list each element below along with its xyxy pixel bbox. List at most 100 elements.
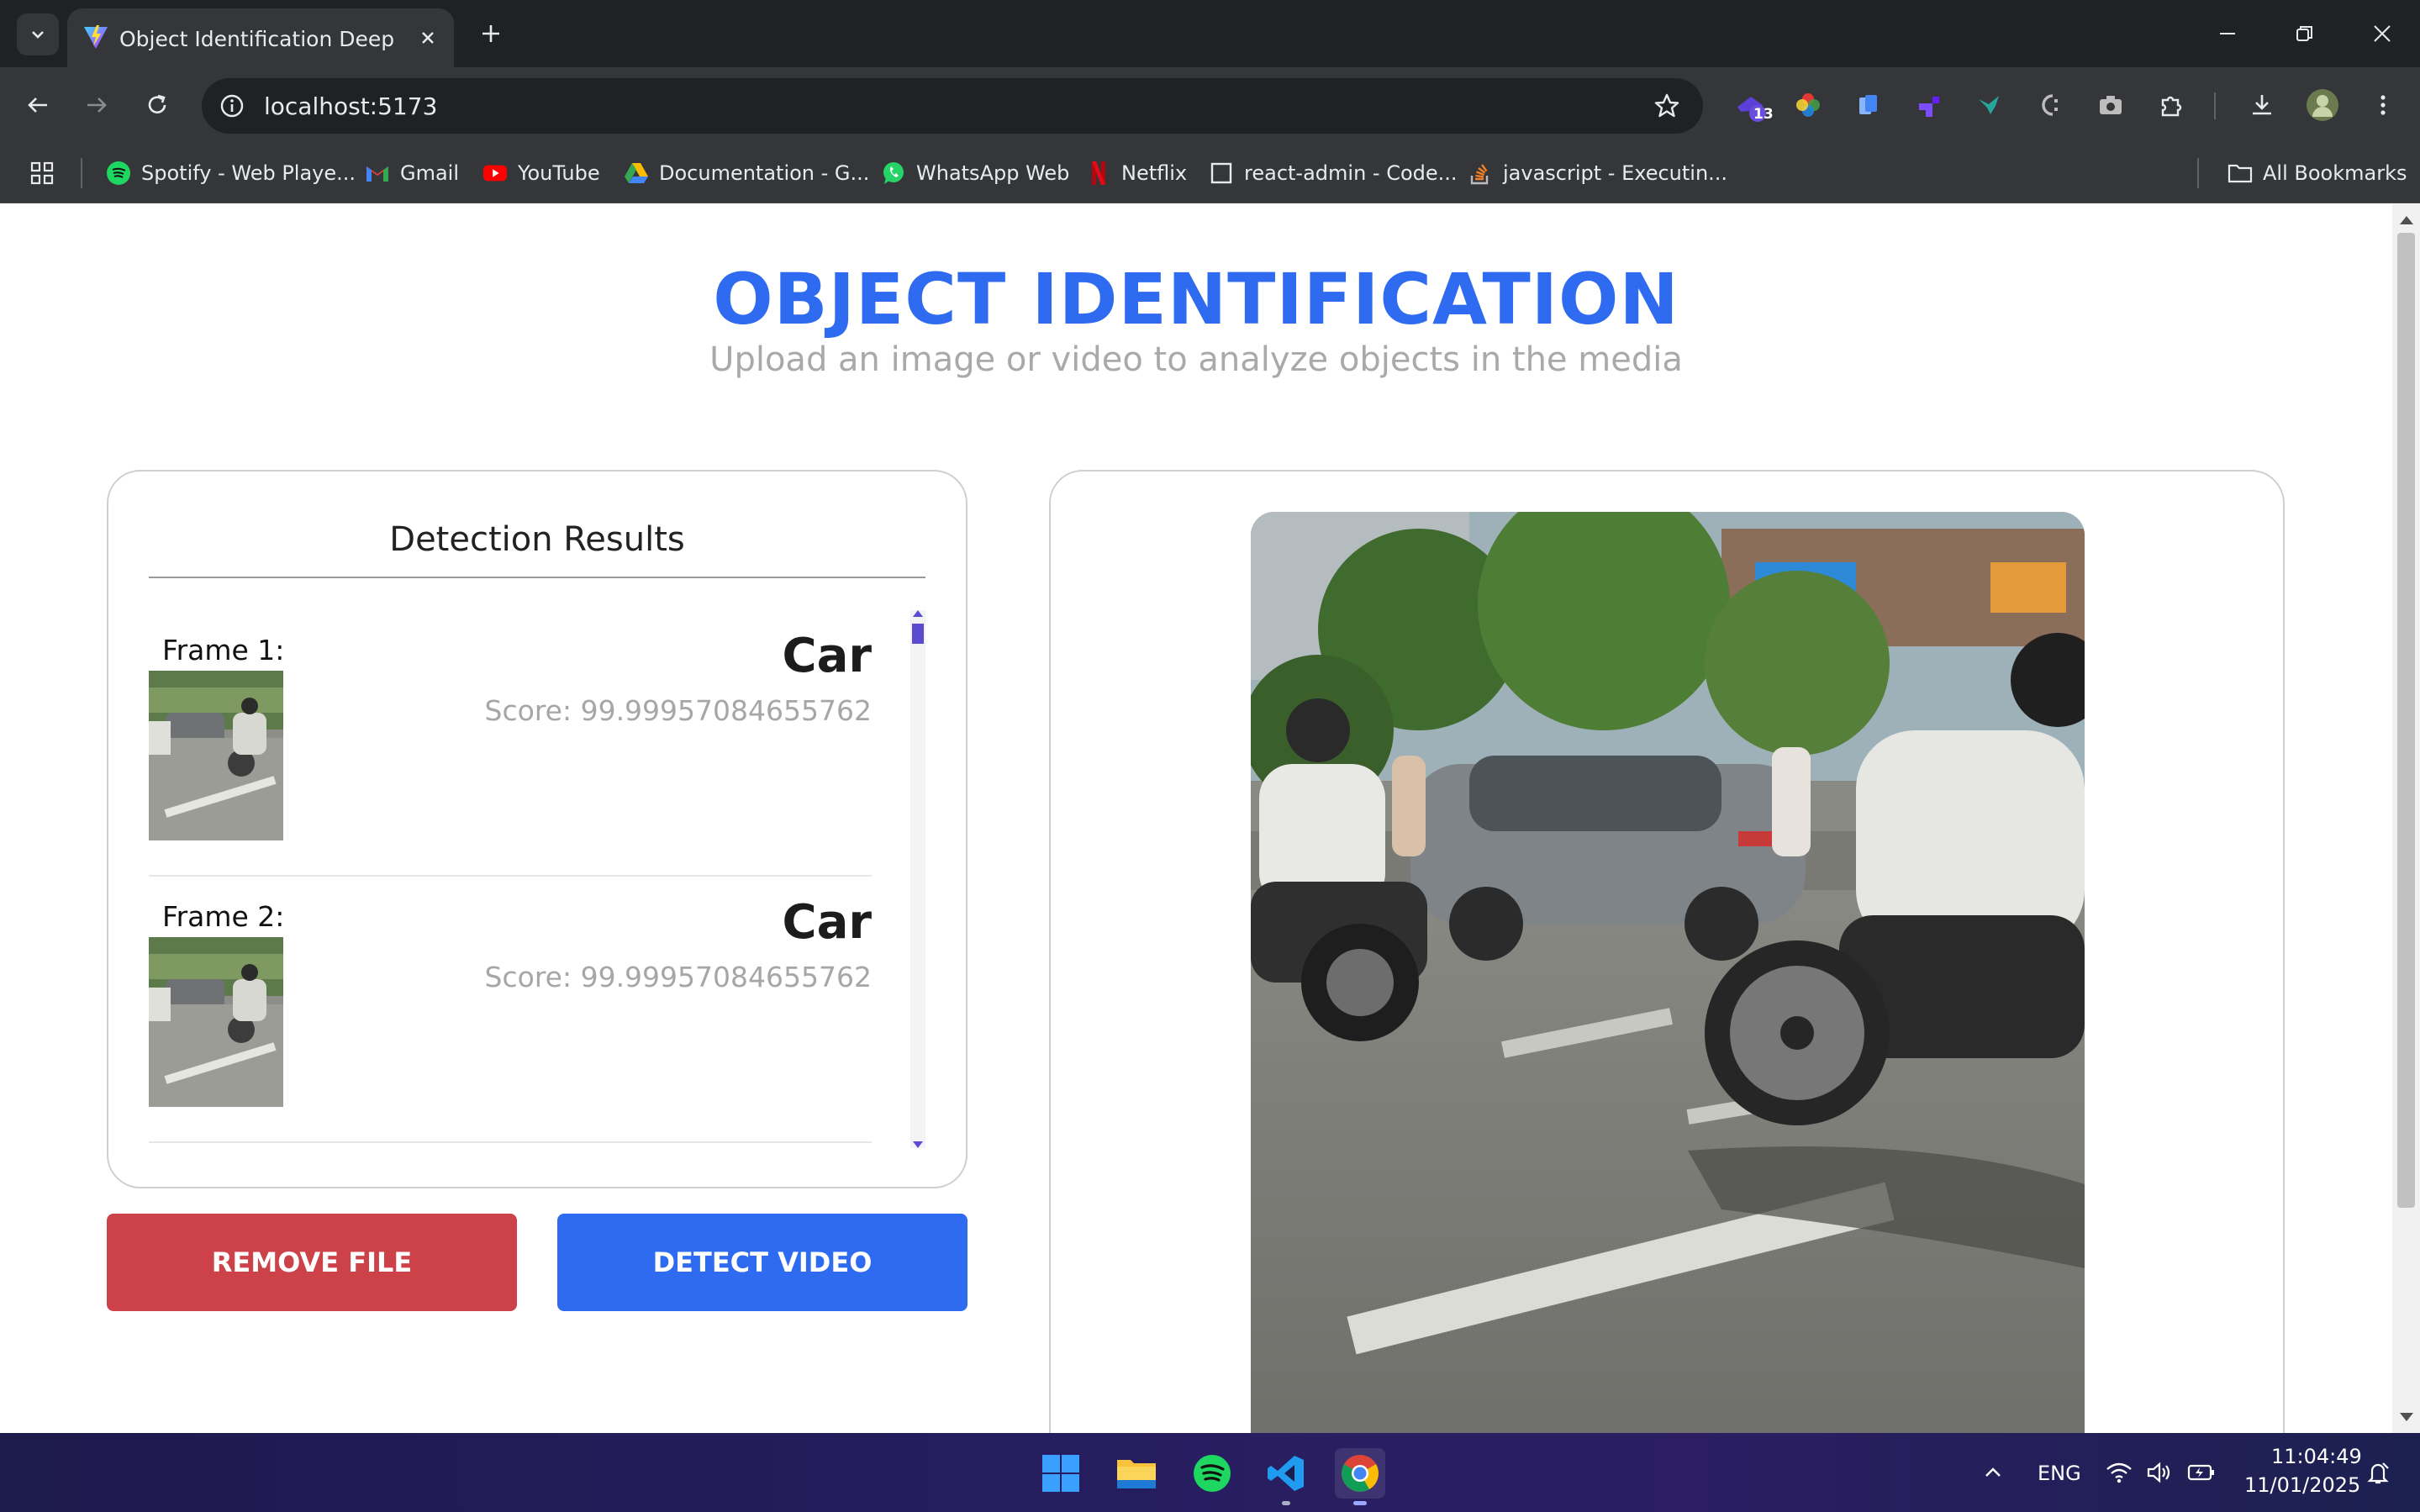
clock-date[interactable]: 11/01/2025 — [2244, 1473, 2360, 1497]
bell-icon — [2367, 1462, 2389, 1484]
avatar — [2307, 89, 2338, 121]
bookmark-spotify[interactable]: Spotify - Web Playe... — [106, 158, 356, 188]
bookmark-label: javascript - Executin... — [1503, 161, 1728, 185]
gmail-icon — [365, 161, 390, 186]
apps-button[interactable] — [29, 158, 55, 188]
all-bookmarks-button[interactable]: All Bookmarks — [2228, 158, 2407, 188]
scroll-down-arrow[interactable] — [2400, 1413, 2413, 1421]
color-picker-extension[interactable] — [1789, 86, 1827, 124]
chrome-app-button[interactable] — [1335, 1448, 1385, 1505]
battery-charging-icon — [2187, 1464, 2214, 1481]
tab-search-button[interactable] — [17, 13, 59, 55]
file-explorer-button[interactable] — [1111, 1448, 1162, 1499]
scrollbar-thumb[interactable] — [2397, 233, 2415, 1208]
bookmark-label: YouTube — [518, 161, 600, 185]
download-icon — [2253, 95, 2271, 115]
profile-avatar-button[interactable] — [2303, 86, 2342, 124]
youtube-icon — [482, 161, 508, 186]
remove-file-button[interactable]: REMOVE FILE — [107, 1214, 517, 1311]
results-list[interactable]: Frame 1: Car Score: 99.99957084655762 Fr… — [149, 610, 872, 1148]
bookmark-label: Documentation - G... — [659, 161, 870, 185]
results-scrollbar[interactable] — [910, 610, 925, 1148]
browser-menu-button[interactable] — [2364, 86, 2402, 124]
bookmark-whatsapp[interactable]: WhatsApp Web — [881, 158, 1069, 188]
arrow-left-icon — [28, 97, 47, 113]
detected-class: Car — [782, 895, 872, 950]
bookmarks-divider — [81, 158, 82, 188]
clock-time[interactable]: 11:04:49 — [2271, 1445, 2362, 1468]
scroll-up-arrow[interactable] — [913, 610, 923, 617]
minimize-window-button[interactable] — [2202, 13, 2253, 54]
wifi-status[interactable] — [2105, 1458, 2133, 1487]
spotify-icon — [106, 161, 131, 186]
page-subtitle: Upload an image or video to analyze obje… — [709, 340, 1683, 379]
start-button[interactable] — [1036, 1448, 1086, 1499]
bookmark-gmail[interactable]: Gmail — [365, 158, 459, 188]
bookmark-youtube[interactable]: YouTube — [482, 158, 600, 188]
frame-label: Frame 1: — [162, 634, 285, 666]
address-bar[interactable]: localhost:5173 — [202, 78, 1703, 134]
vscode-icon — [1268, 1456, 1304, 1491]
bookmark-label: react-admin - Code... — [1244, 161, 1458, 185]
results-divider — [149, 577, 925, 578]
bookmark-label: Spotify - Web Playe... — [141, 161, 356, 185]
restore-icon — [2296, 26, 2312, 41]
frame-thumbnail — [149, 937, 283, 1107]
codesandbox-icon — [1209, 161, 1234, 186]
restore-window-button[interactable] — [2280, 13, 2330, 54]
detect-video-button[interactable]: DETECT VIDEO — [557, 1214, 967, 1311]
bookmark-javascript[interactable]: javascript - Executin... — [1468, 158, 1727, 188]
bookmark-react-admin[interactable]: react-admin - Code... — [1209, 158, 1458, 188]
toolbar-divider — [2214, 92, 2216, 119]
close-window-button[interactable] — [2357, 13, 2407, 54]
close-tab-button[interactable] — [414, 24, 442, 52]
bookmark-documentation[interactable]: Documentation - G... — [624, 158, 869, 188]
vscode-app-button[interactable] — [1261, 1448, 1311, 1505]
reload-button[interactable] — [138, 86, 177, 124]
new-tab-button[interactable] — [474, 17, 508, 50]
css-extension[interactable] — [2031, 86, 2069, 124]
docs-extension[interactable] — [1849, 86, 1888, 124]
close-icon — [2374, 25, 2391, 42]
spotify-app-button[interactable] — [1187, 1448, 1237, 1499]
color-wheel-icon — [1796, 93, 1820, 117]
show-hidden-icons-button[interactable] — [1979, 1458, 2007, 1487]
battery-status[interactable] — [2187, 1458, 2216, 1487]
folder-icon — [2228, 161, 2253, 186]
tetris-extension[interactable] — [1910, 86, 1948, 124]
folder-icon — [1117, 1460, 1156, 1488]
downloads-button[interactable] — [2243, 86, 2281, 124]
scroll-up-arrow[interactable] — [2400, 216, 2413, 224]
extension-badge-button[interactable]: 13 — [1732, 86, 1774, 124]
back-button[interactable] — [18, 86, 57, 124]
volume-status[interactable] — [2145, 1458, 2174, 1487]
arrow-right-icon — [87, 97, 107, 113]
bird-extension[interactable] — [1970, 86, 2009, 124]
url-text[interactable]: localhost:5173 — [264, 92, 437, 120]
puzzle-icon — [2161, 96, 2182, 117]
video-preview[interactable] — [1251, 512, 2085, 1433]
close-icon — [422, 32, 434, 44]
bookmark-netflix[interactable]: Netflix — [1086, 158, 1187, 188]
minimize-icon — [2220, 33, 2235, 34]
extensions-menu-button[interactable] — [2152, 86, 2191, 124]
plus-icon — [482, 25, 499, 42]
screenshot-extension[interactable] — [2091, 86, 2130, 124]
windows-taskbar: ENG 11:04:49 11/01/2025 — [0, 1433, 2420, 1512]
bird-icon — [1979, 96, 1999, 114]
bookmark-star-button[interactable] — [1649, 88, 1685, 124]
forward-button[interactable] — [77, 86, 116, 124]
page-scrollbar[interactable] — [2392, 204, 2420, 1433]
notifications-button[interactable] — [2364, 1458, 2392, 1487]
browser-tab[interactable]: Object Identification Deep Learn — [67, 8, 454, 67]
all-bookmarks-label: All Bookmarks — [2263, 161, 2407, 185]
reload-icon — [148, 94, 166, 113]
scroll-down-arrow[interactable] — [913, 1141, 923, 1148]
language-indicator[interactable]: ENG — [2038, 1462, 2081, 1485]
more-vertical-icon — [2380, 95, 2386, 115]
bookmark-label: WhatsApp Web — [916, 161, 1070, 185]
apps-grid-icon — [30, 161, 54, 185]
site-info-button[interactable] — [215, 89, 249, 123]
scrollbar-thumb[interactable] — [912, 624, 924, 644]
browser-tab-bar: Object Identification Deep Learn — [0, 0, 2420, 67]
